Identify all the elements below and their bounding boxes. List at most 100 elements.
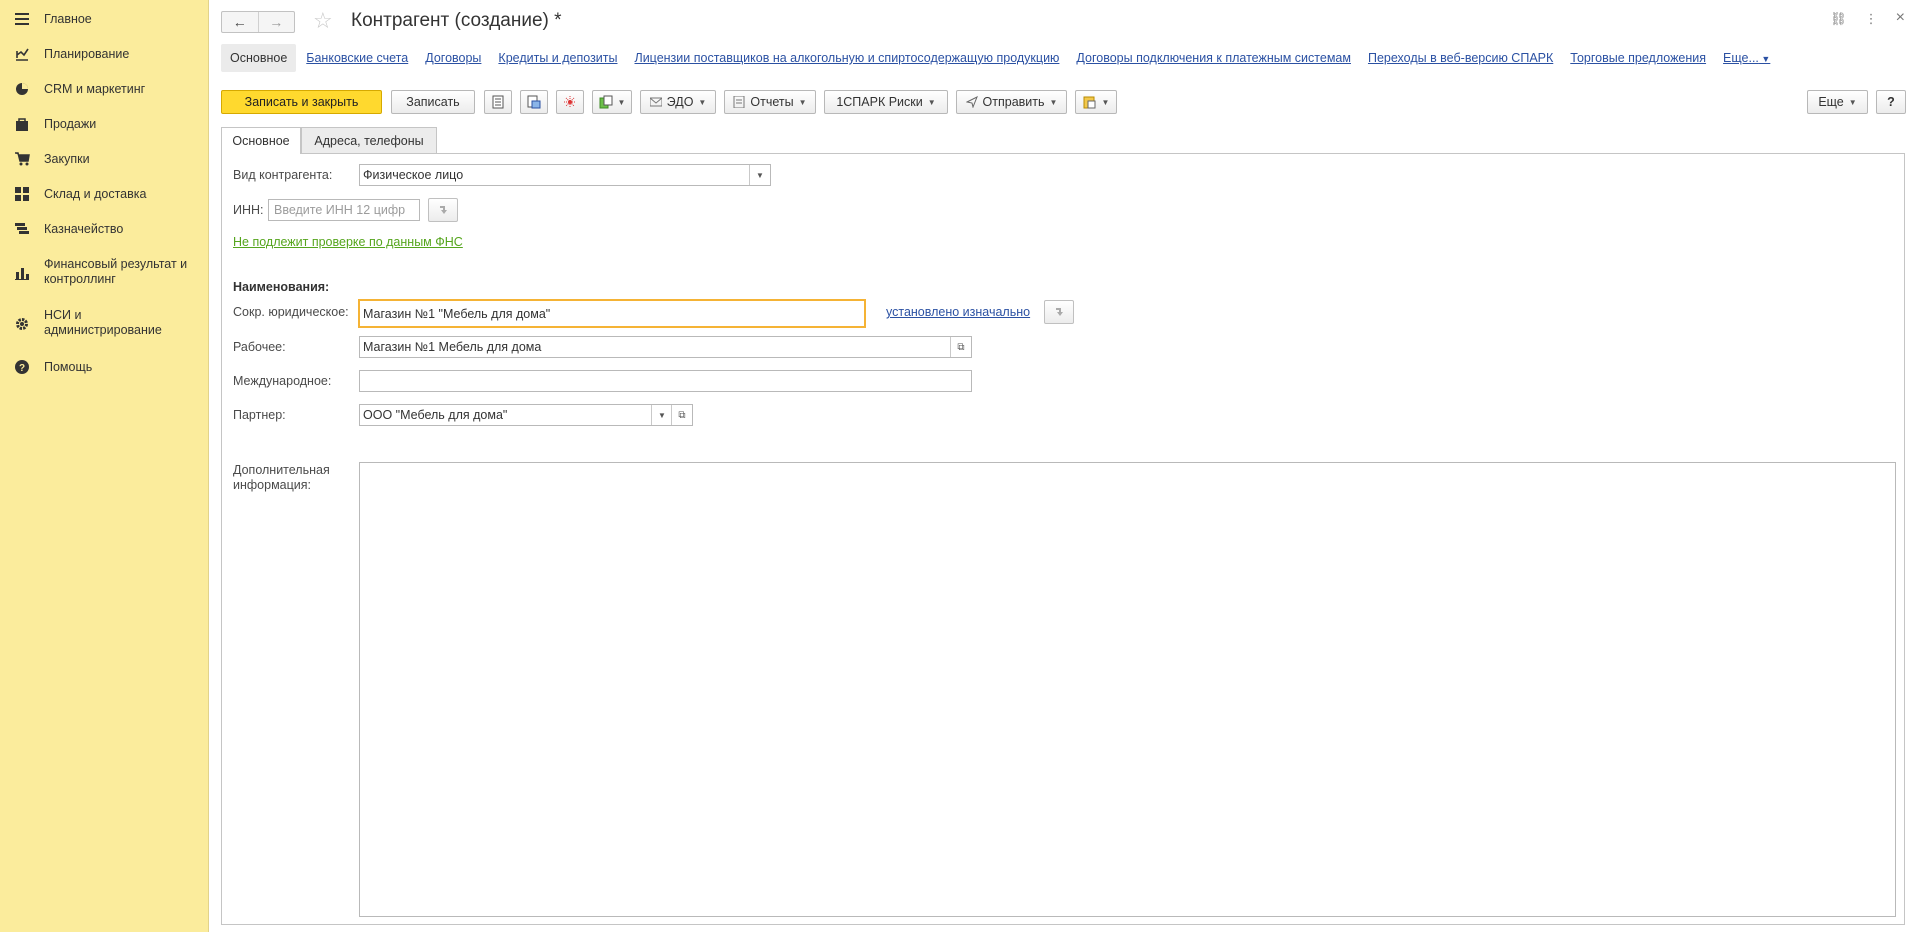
open-icon[interactable]: ⧉ [950, 337, 971, 357]
sidebar-item-label: Главное [44, 11, 92, 26]
edo-button[interactable]: ЭДО ▼ [640, 90, 716, 114]
tab-main[interactable]: Основное [221, 127, 301, 154]
sidebar: Главное Планирование CRM и маркетинг Про… [0, 0, 209, 932]
tab-addresses[interactable]: Адреса, телефоны [301, 127, 437, 153]
forward-button[interactable]: → [257, 12, 295, 32]
work-name-label: Рабочее: [233, 340, 286, 354]
type-label: Вид контрагента: [233, 168, 333, 182]
planning-icon [14, 46, 30, 62]
section-credits[interactable]: Кредиты и депозиты [498, 44, 617, 72]
sidebar-item-main[interactable]: Главное [0, 10, 209, 28]
back-button[interactable]: ← [222, 12, 258, 32]
type-value: Физическое лицо [363, 168, 464, 182]
type-select[interactable]: Физическое лицо ▼ [359, 164, 771, 186]
more-actions-icon[interactable]: ⋮ [1865, 11, 1878, 27]
sidebar-item-label: Планирование [44, 46, 130, 61]
reports-button[interactable]: Отчеты ▼ [724, 90, 816, 114]
sidebar-item-purchases[interactable]: Закупки [0, 150, 209, 168]
section-main[interactable]: Основное [221, 44, 297, 72]
names-heading: Наименования: [233, 280, 330, 294]
section-trade-offers[interactable]: Торговые предложения [1570, 44, 1706, 72]
sidebar-item-sales[interactable]: Продажи [0, 115, 209, 133]
open-icon[interactable]: ⧉ [671, 405, 692, 425]
chevron-down-icon: ▼ [927, 97, 936, 107]
intl-name-field[interactable] [359, 370, 972, 392]
inn-label: ИНН: [233, 203, 264, 217]
section-spark-web[interactable]: Переходы в веб-версию СПАРК [1368, 44, 1553, 72]
work-name-field[interactable]: Магазин №1 Мебель для дома ⧉ [359, 336, 972, 358]
link-icon[interactable]: ⛓ [1830, 11, 1847, 27]
sidebar-item-treasury[interactable]: Казначейство [0, 220, 209, 238]
main-area: ← → ☆ Контрагент (создание) * ⛓ ⋮ × Осно… [209, 0, 1915, 932]
sidebar-item-label: Закупки [44, 151, 90, 166]
short-name-field[interactable]: Магазин №1 "Мебель для дома" [358, 299, 866, 328]
chevron-down-icon[interactable]: ▼ [651, 405, 672, 425]
create-based-on-button[interactable]: ▼ [592, 90, 632, 114]
chevron-down-icon: ▼ [798, 97, 807, 107]
section-payment-contracts[interactable]: Договоры подключения к платежным система… [1076, 44, 1351, 72]
save-close-button[interactable]: Записать и закрыть [221, 90, 382, 114]
section-bank-accounts[interactable]: Банковские счета [306, 44, 408, 72]
gear-icon [14, 316, 30, 332]
fill-arrow-icon [1056, 308, 1063, 316]
edo-label: ЭДО [666, 95, 694, 109]
chevron-down-icon: ▼ [1101, 97, 1110, 107]
menu-icon [14, 11, 30, 27]
inn-fill-button[interactable] [428, 198, 458, 222]
section-more[interactable]: Еще... [1723, 44, 1770, 73]
fns-check-link[interactable]: Не подлежит проверке по данным ФНС [233, 235, 463, 249]
help-button[interactable]: ? [1876, 90, 1906, 114]
chevron-down-icon[interactable]: ▼ [749, 165, 770, 185]
structure-icon[interactable] [556, 90, 584, 114]
close-icon[interactable]: × [1896, 10, 1905, 27]
partner-value: ООО "Мебель для дома" [363, 408, 508, 422]
warehouse-icon [14, 186, 30, 202]
partner-select[interactable]: ООО "Мебель для дома" ▼ ⧉ [359, 404, 693, 426]
sidebar-item-planning[interactable]: Планирование [0, 45, 209, 63]
send-button[interactable]: Отправить ▼ [956, 90, 1067, 114]
section-contracts[interactable]: Договоры [425, 44, 481, 72]
short-name-value: Магазин №1 "Мебель для дома" [363, 306, 551, 321]
sidebar-item-admin[interactable]: НСИ и администрирование [0, 307, 209, 341]
work-name-value: Магазин №1 Мебель для дома [363, 340, 542, 354]
section-links: Основное Банковские счета Договоры Кредиты … [221, 44, 1787, 72]
bag-icon [14, 116, 30, 132]
document-icon[interactable] [484, 90, 512, 114]
extra-info-textarea[interactable] [359, 462, 1896, 917]
page-title: Контрагент (создание) * [351, 10, 562, 31]
sidebar-item-finance[interactable]: Финансовый результат и контроллинг [0, 256, 209, 290]
attachments-button[interactable]: ▼ [1075, 90, 1117, 114]
fill-arrow-icon [440, 206, 447, 214]
more-label: Еще [1818, 95, 1844, 109]
save-button[interactable]: Записать [391, 90, 475, 114]
section-licenses[interactable]: Лицензии поставщиков на алкогольную и сп… [635, 44, 1060, 72]
short-name-fill-button[interactable] [1044, 300, 1074, 324]
favorite-star-icon[interactable]: ☆ [313, 9, 333, 33]
extra-info-label: Дополнительная информация: [233, 463, 330, 492]
sidebar-item-help[interactable]: ? Помощь [0, 358, 209, 376]
svg-text:?: ? [19, 363, 25, 374]
treasury-icon [14, 221, 30, 237]
sidebar-item-label: CRM и маркетинг [44, 81, 146, 96]
send-label: Отправить [982, 95, 1045, 109]
window-controls: ⛓ ⋮ × [1830, 10, 1905, 27]
short-name-label: Сокр. юридическое: [233, 305, 349, 319]
more-button[interactable]: Еще ▼ [1807, 90, 1868, 114]
sidebar-item-warehouse[interactable]: Склад и доставка [0, 185, 209, 203]
report-icon[interactable] [520, 90, 548, 114]
chevron-down-icon: ▼ [698, 97, 707, 107]
pie-chart-icon [14, 81, 30, 97]
inn-field[interactable] [268, 199, 420, 221]
cart-icon [14, 151, 30, 167]
spark-risks-button[interactable]: 1СПАРК Риски ▼ [824, 90, 948, 114]
sidebar-item-crm[interactable]: CRM и маркетинг [0, 80, 209, 98]
nav-buttons: ← → [221, 11, 295, 33]
spark-risks-label: 1СПАРК Риски [836, 95, 923, 109]
title-row: ← → ☆ Контрагент (создание) * ⛓ ⋮ × [221, 8, 1911, 34]
sidebar-item-label: НСИ и администрирование [44, 308, 162, 337]
short-name-status-link[interactable]: установлено изначально [886, 305, 1030, 319]
help-icon: ? [14, 359, 30, 375]
inn-input[interactable] [272, 202, 419, 218]
form-panel: Вид контрагента: Физическое лицо ▼ ИНН: … [221, 153, 1905, 925]
sidebar-item-label: Склад и доставка [44, 186, 147, 201]
